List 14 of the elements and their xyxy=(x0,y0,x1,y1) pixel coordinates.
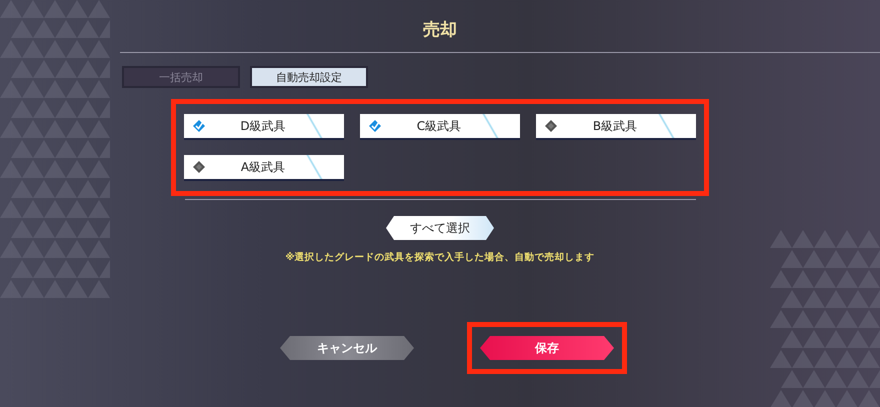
tab[interactable]: 自動売却設定 xyxy=(250,66,368,88)
grade-option[interactable]: A級武具 xyxy=(184,155,344,181)
save-button[interactable]: 保存 xyxy=(480,336,614,360)
dialog-title: 売却 xyxy=(423,19,457,42)
grade-option[interactable]: B級武具 xyxy=(536,114,696,140)
checked-diamond-icon xyxy=(192,119,206,133)
cancel-button[interactable]: キャンセル xyxy=(280,336,414,360)
diamond-icon xyxy=(544,119,558,133)
note-text: ※選択したグレードの武具を探索で入手した場合、自動で売却します xyxy=(285,251,595,264)
checked-diamond-icon xyxy=(368,119,382,133)
grade-option[interactable]: D級武具 xyxy=(184,114,344,140)
diamond-icon xyxy=(192,160,206,174)
grade-option[interactable]: C級武具 xyxy=(360,114,520,140)
select-all-button[interactable]: すべて選択 xyxy=(386,216,494,240)
